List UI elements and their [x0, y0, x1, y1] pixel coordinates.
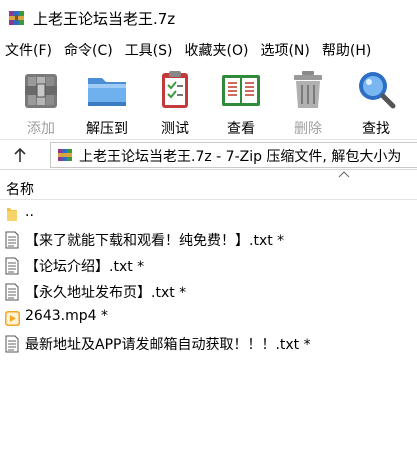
test-label: 测试: [161, 121, 189, 137]
column-header-name[interactable]: 名称: [6, 179, 34, 199]
archive-add-icon: [25, 74, 57, 108]
path-field[interactable]: 上老王论坛当老王.7z - 7-Zip 压缩文件, 解包大小为: [50, 142, 417, 168]
sort-indicator-icon: [338, 171, 350, 178]
rar-archive-icon: [58, 149, 72, 161]
menu-file[interactable]: 文件(F): [0, 40, 58, 60]
text-file-icon: [5, 231, 19, 249]
list-item-name: 【论坛介绍】.txt *: [25, 259, 145, 275]
list-item[interactable]: 【来了就能下载和观看！纯免费！】.txt *: [0, 227, 417, 253]
menu-favorites[interactable]: 收藏夹(O): [181, 40, 255, 60]
find-button[interactable]: 查找: [348, 68, 404, 138]
arrow-up-icon: [14, 147, 26, 162]
menu-help[interactable]: 帮助(H): [318, 40, 377, 60]
delete-button[interactable]: 删除: [280, 68, 336, 138]
folder-icon: [7, 208, 17, 221]
list-item[interactable]: 2643.mp4 *: [0, 305, 417, 331]
list-item-name: 2643.mp4 *: [25, 308, 108, 324]
window-title: 上老王论坛当老王.7z: [33, 10, 176, 28]
menu-command[interactable]: 命令(C): [60, 40, 119, 60]
list-item-parent[interactable]: ..: [0, 201, 417, 227]
list-item-name: 【来了就能下载和观看！纯免费！】.txt *: [25, 233, 285, 249]
list-item-name: 最新地址及APP请发邮箱自动获取！！！.txt *: [25, 337, 311, 353]
menu-tools[interactable]: 工具(S): [121, 40, 179, 60]
text-file-icon: [5, 257, 19, 275]
add-button[interactable]: 添加: [13, 68, 69, 138]
test-button[interactable]: 测试: [147, 68, 203, 138]
title-bar: 上老王论坛当老王.7z: [0, 0, 417, 36]
path-text: 上老王论坛当老王.7z - 7-Zip 压缩文件, 解包大小为: [79, 149, 402, 165]
text-file-icon: [5, 335, 19, 353]
list-item-name: ..: [25, 204, 34, 220]
list-item-name: 【永久地址发布页】.txt *: [25, 285, 187, 301]
menu-options[interactable]: 选项(N): [256, 40, 315, 60]
find-label: 查找: [362, 121, 390, 137]
list-header: 名称: [0, 171, 417, 200]
clipboard-check-icon: [162, 71, 188, 108]
extract-label: 解压到: [86, 121, 128, 137]
toolbar: 添加 解压到 测试 查看 删除 查找: [0, 64, 417, 140]
file-list: .. 【来了就能下载和观看！纯免费！】.txt * 【论坛介绍】.txt * 【…: [0, 201, 417, 357]
list-item[interactable]: 【论坛介绍】.txt *: [0, 253, 417, 279]
extract-button[interactable]: 解压到: [79, 68, 135, 138]
text-file-icon: [5, 283, 19, 301]
magnifier-icon: [359, 72, 396, 109]
trash-can-icon: [294, 71, 322, 108]
list-item[interactable]: 【永久地址发布页】.txt *: [0, 279, 417, 305]
add-label: 添加: [27, 121, 55, 137]
rar-archive-icon: [9, 11, 24, 25]
open-book-icon: [222, 75, 260, 106]
delete-label: 删除: [294, 121, 322, 137]
list-item[interactable]: 最新地址及APP请发邮箱自动获取！！！.txt *: [0, 331, 417, 357]
up-button[interactable]: [6, 145, 34, 165]
menu-bar: 文件(F) 命令(C) 工具(S) 收藏夹(O) 选项(N) 帮助(H): [0, 36, 417, 64]
address-bar: 上老王论坛当老王.7z - 7-Zip 压缩文件, 解包大小为: [0, 140, 417, 170]
folder-extract-icon: [88, 78, 126, 106]
video-file-icon: [5, 311, 20, 326]
view-label: 查看: [227, 121, 255, 137]
view-button[interactable]: 查看: [213, 68, 269, 138]
